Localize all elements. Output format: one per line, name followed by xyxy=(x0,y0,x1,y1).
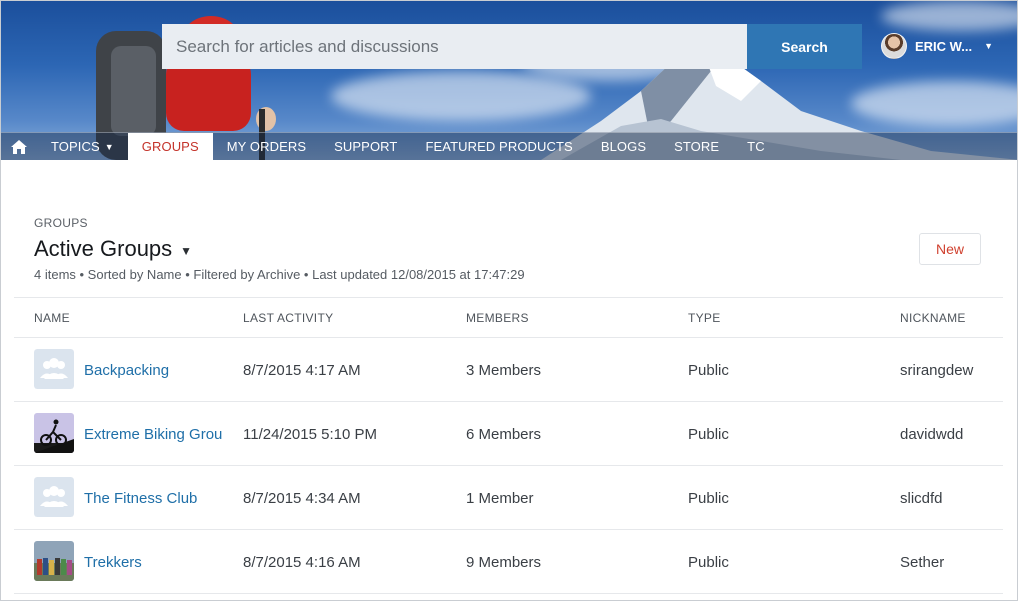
search-button[interactable]: Search xyxy=(747,24,862,69)
group-name-link[interactable]: Trekkers xyxy=(84,554,236,571)
nav-label: STORE xyxy=(674,139,720,154)
table-row: Backpacking 8/7/2015 4:17 AM 3 Members P… xyxy=(14,338,1003,402)
group-photo-thumbnail xyxy=(34,541,74,581)
nav-label: GROUPS xyxy=(141,139,199,154)
list-meta: 4 items • Sorted by Name • Filtered by A… xyxy=(34,267,525,282)
nickname: slicdfd xyxy=(900,490,943,507)
new-button[interactable]: New xyxy=(919,233,981,265)
user-menu[interactable]: ERIC W... ▼ xyxy=(881,33,993,59)
nav-item-store[interactable]: STORE xyxy=(660,133,733,160)
search-input[interactable]: Search for articles and discussions xyxy=(162,24,747,69)
avatar xyxy=(881,33,907,59)
table-row: The Fitness Club 8/7/2015 4:34 AM 1 Memb… xyxy=(14,466,1003,530)
main-nav: TOPICS ▼ GROUPS MY ORDERS SUPPORT FEATUR… xyxy=(1,132,1017,160)
members-count: 1 Member xyxy=(466,490,534,507)
members-count: 6 Members xyxy=(466,426,542,443)
last-activity: 8/7/2015 4:34 AM xyxy=(243,490,361,507)
last-activity: 11/24/2015 5:10 PM xyxy=(243,426,377,443)
column-header-nickname[interactable]: NICKNAME xyxy=(900,311,966,325)
column-header-last-activity[interactable]: LAST ACTIVITY xyxy=(243,311,333,325)
nav-label: SUPPORT xyxy=(334,139,398,154)
members-count: 3 Members xyxy=(466,362,542,379)
biker-thumbnail xyxy=(34,413,74,453)
group-type: Public xyxy=(688,554,729,571)
search-placeholder: Search for articles and discussions xyxy=(176,36,439,56)
group-type: Public xyxy=(688,362,729,379)
chevron-down-icon: ▼ xyxy=(984,41,993,51)
column-header-name[interactable]: NAME xyxy=(34,311,70,325)
members-count: 9 Members xyxy=(466,554,542,571)
group-default-icon xyxy=(34,349,74,389)
nav-label: MY ORDERS xyxy=(226,139,307,154)
nickname: srirangdew xyxy=(900,362,974,379)
last-activity: 8/7/2015 4:17 AM xyxy=(243,362,361,379)
table-row: Trekkers 8/7/2015 4:16 AM 9 Members Publ… xyxy=(14,530,1003,594)
group-name-link[interactable]: The Fitness Club xyxy=(84,490,236,507)
nav-item-topics[interactable]: TOPICS ▼ xyxy=(37,133,128,160)
group-type: Public xyxy=(688,426,729,443)
table-row: Extreme Biking Grou 11/24/2015 5:10 PM 6… xyxy=(14,402,1003,466)
group-type: Public xyxy=(688,490,729,507)
list-view: GROUPS Active Groups ▼ 4 items • Sorted … xyxy=(1,160,1017,600)
group-default-icon xyxy=(34,477,74,517)
header-banner: Search for articles and discussions Sear… xyxy=(1,1,1017,160)
caret-down-icon: ▼ xyxy=(104,141,114,152)
group-name-link[interactable]: Backpacking xyxy=(84,362,236,379)
nav-label: FEATURED PRODUCTS xyxy=(425,139,573,154)
column-header-type[interactable]: TYPE xyxy=(688,311,721,325)
last-activity: 8/7/2015 4:16 AM xyxy=(243,554,361,571)
caret-down-icon: ▼ xyxy=(180,243,193,258)
app-window: Search for articles and discussions Sear… xyxy=(0,0,1018,601)
groups-table: NAME LAST ACTIVITY MEMBERS TYPE NICKNAME… xyxy=(14,297,1003,594)
nav-label: TOPICS xyxy=(51,139,100,154)
list-title: Active Groups xyxy=(34,236,173,261)
group-name-link[interactable]: Extreme Biking Grou xyxy=(84,426,236,443)
nav-item-support[interactable]: SUPPORT xyxy=(320,133,411,160)
nickname: davidwdd xyxy=(900,426,964,443)
nav-item-groups[interactable]: GROUPS xyxy=(127,133,213,160)
nav-item-tc[interactable]: TC xyxy=(733,133,779,160)
nav-label: BLOGS xyxy=(600,139,647,154)
nav-item-featured-products[interactable]: FEATURED PRODUCTS xyxy=(411,133,586,160)
table-header: NAME LAST ACTIVITY MEMBERS TYPE NICKNAME xyxy=(14,297,1003,338)
nav-label: TC xyxy=(747,139,765,154)
nav-item-my-orders[interactable]: MY ORDERS xyxy=(213,133,320,160)
list-view-selector[interactable]: Active Groups ▼ xyxy=(34,236,192,262)
object-type-label: GROUPS xyxy=(34,216,88,230)
nav-item-blogs[interactable]: BLOGS xyxy=(587,133,660,160)
column-header-members[interactable]: MEMBERS xyxy=(466,311,529,325)
user-name: ERIC W... xyxy=(915,38,973,54)
nav-home[interactable] xyxy=(1,133,37,160)
home-icon xyxy=(11,139,27,154)
nickname: Sether xyxy=(900,554,945,571)
